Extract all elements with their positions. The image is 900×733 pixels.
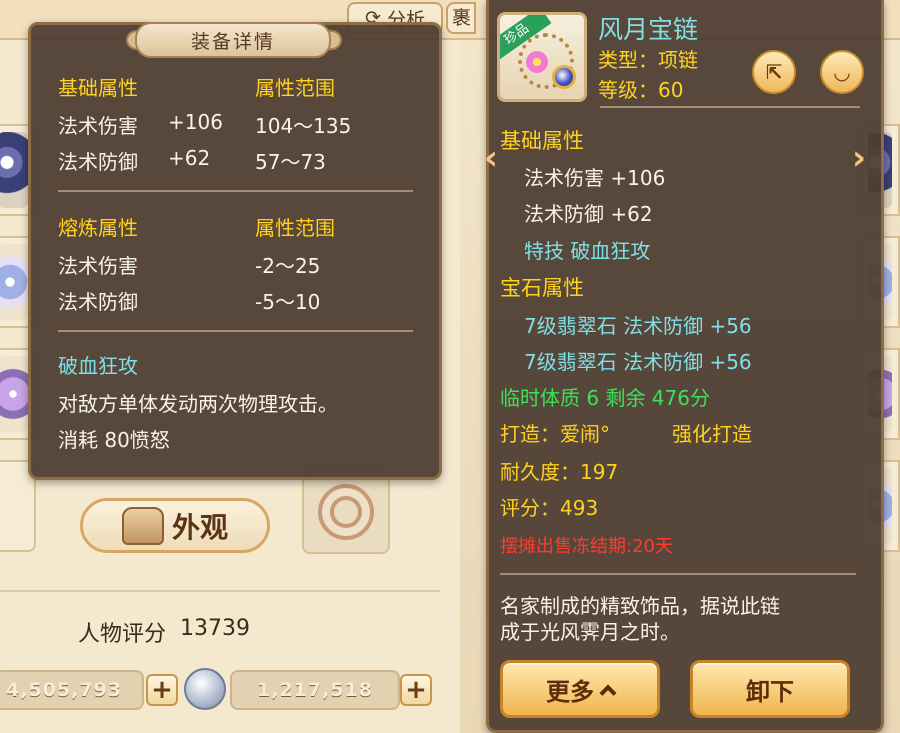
skill-description: 对敌方单体发动两次物理攻击。 xyxy=(58,392,338,416)
separator xyxy=(58,330,413,332)
coin-value: 1,217,518 xyxy=(257,679,373,701)
attr-name: 法术防御 xyxy=(58,150,138,174)
hide-button[interactable]: ◡ xyxy=(820,50,864,94)
add-silver-button[interactable]: + xyxy=(146,674,178,706)
separator xyxy=(500,573,856,575)
crafted-by: 打造：爱闹° xyxy=(500,422,610,446)
forge-attr-header: 熔炼属性 xyxy=(58,216,138,240)
chevron-right-icon: › xyxy=(851,138,866,178)
more-label: 更多 xyxy=(546,677,594,706)
coin-icon xyxy=(184,668,226,710)
divider xyxy=(0,590,440,592)
rating: 评分：493 xyxy=(500,496,599,520)
coin-amount: 1,217,518 xyxy=(230,670,400,710)
gem-attr-line: 7级翡翠石 法术防御 +56 xyxy=(524,350,752,374)
character-score: 人物评分 13739 xyxy=(78,616,250,648)
accessory-slot[interactable] xyxy=(302,470,390,554)
necklace-item-icon: 珍品 xyxy=(497,12,587,102)
flower-icon xyxy=(526,51,548,73)
range-header: 属性范围 xyxy=(255,76,335,100)
more-button[interactable]: 更多 xyxy=(500,660,660,718)
forge-attr-name: 法术防御 xyxy=(58,290,138,314)
attr-range: 104～135 xyxy=(255,114,352,138)
weapon-icon xyxy=(0,244,28,320)
forge-range-header: 属性范围 xyxy=(255,216,335,240)
eye-closed-icon: ◡ xyxy=(834,60,850,84)
clothing-icon xyxy=(121,506,164,545)
appearance-button[interactable]: 外观 xyxy=(80,498,270,553)
gem-pendant-icon xyxy=(552,65,576,89)
special-skill: 特技 破血狂攻 xyxy=(524,239,651,263)
forge-attr-range: -5～10 xyxy=(255,290,321,314)
add-coin-button[interactable]: + xyxy=(400,674,432,706)
item-level: 等级：60 xyxy=(598,78,684,102)
plus-icon: + xyxy=(151,675,173,705)
appearance-label: 外观 xyxy=(171,510,228,544)
item-name: 风月宝链 xyxy=(598,15,699,44)
item-description: 名家制成的精致饰品，据说此链 xyxy=(500,594,780,618)
enhanced-forge: 强化打造 xyxy=(672,422,752,446)
durability: 耐久度：197 xyxy=(500,460,619,484)
attr-value: +62 xyxy=(168,146,211,170)
skill-name: 破血狂攻 xyxy=(58,354,138,378)
next-item-arrow[interactable]: › xyxy=(846,140,872,176)
attr-name: 法术伤害 xyxy=(58,114,138,138)
partial-tab-label: 裹 xyxy=(452,7,472,29)
partial-tab[interactable]: 裹 xyxy=(446,2,476,34)
panel-title: 装备详情 xyxy=(135,22,331,58)
item-type: 类型：项链 xyxy=(598,48,698,72)
temporary-stat: 临时体质 6 剩余 476分 xyxy=(500,386,710,410)
skill-cost: 消耗 80愤怒 xyxy=(58,428,170,452)
trade-freeze-notice: 摆摊出售冻结期:20天 xyxy=(500,536,673,557)
chevron-up-icon xyxy=(599,684,617,702)
separator xyxy=(600,106,860,108)
base-attr-header: 基础属性 xyxy=(58,76,138,100)
base-attr-line: 法术伤害 +106 xyxy=(524,166,666,190)
base-attr-header: 基础属性 xyxy=(500,129,584,153)
share-button[interactable]: ⇱ xyxy=(752,50,796,94)
silver-amount: 4,505,793 xyxy=(0,670,144,710)
attr-range: 57～73 xyxy=(255,150,326,174)
base-attr-line: 法术防御 +62 xyxy=(524,202,653,226)
forge-attr-name: 法术伤害 xyxy=(58,254,138,278)
unequip-label: 卸下 xyxy=(746,677,794,706)
helmet-icon xyxy=(0,132,28,208)
chevron-left-icon: ‹ xyxy=(483,138,498,178)
share-icon: ⇱ xyxy=(765,60,783,84)
forge-attr-range: -2～25 xyxy=(255,254,321,278)
plus-icon: + xyxy=(405,675,427,705)
gem-attr-line: 7级翡翠石 法术防御 +56 xyxy=(524,314,752,338)
gem-attr-header: 宝石属性 xyxy=(500,276,584,300)
attr-value: +106 xyxy=(168,110,223,134)
orbit-icon xyxy=(318,484,374,540)
score-label: 人物评分 xyxy=(78,622,167,647)
separator xyxy=(58,190,413,192)
shoes-icon xyxy=(0,356,28,432)
unequip-button[interactable]: 卸下 xyxy=(690,660,850,718)
silver-value: 4,505,793 xyxy=(6,679,122,701)
score-value: 13739 xyxy=(180,616,251,641)
item-description-cont: 成于光风霁月之时。 xyxy=(500,620,680,644)
